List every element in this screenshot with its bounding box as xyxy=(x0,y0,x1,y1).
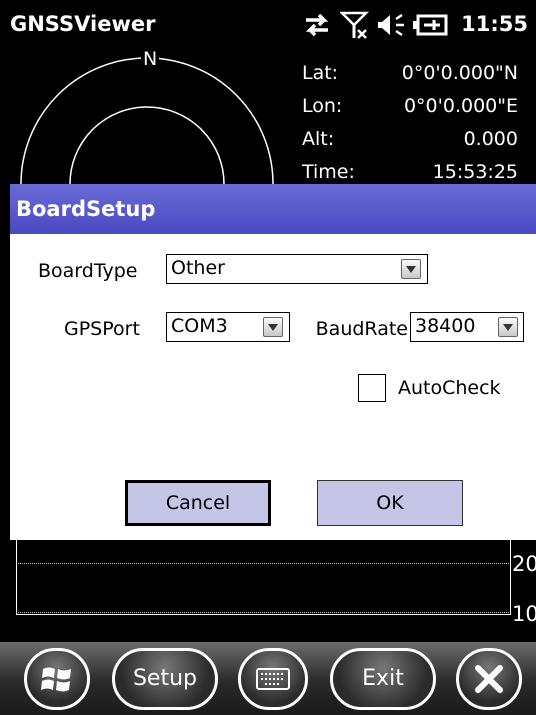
no-signal-icon xyxy=(338,10,370,40)
keyboard-button[interactable] xyxy=(238,648,308,710)
dialog-header: BoardSetup xyxy=(10,184,536,234)
setup-button[interactable]: Setup xyxy=(112,648,218,710)
dialog-title: BoardSetup xyxy=(16,197,156,221)
auto-check-label: AutoCheck xyxy=(398,377,501,399)
baud-rate-dropdown[interactable]: 38400 xyxy=(410,312,524,342)
sky-plot: N xyxy=(0,48,300,185)
auto-check-checkbox[interactable] xyxy=(358,374,386,402)
north-label: N xyxy=(141,48,160,70)
chevron-down-icon[interactable] xyxy=(498,317,518,337)
tick-label: 20 xyxy=(512,552,536,576)
tick-label: 10 xyxy=(512,602,536,626)
baud-rate-label: BaudRate xyxy=(315,318,408,340)
status-bar: GNSSViewer 11:55 xyxy=(0,0,536,52)
cancel-button[interactable]: Cancel xyxy=(125,480,271,526)
windows-logo-icon xyxy=(41,667,71,692)
gps-port-label: GPSPort xyxy=(64,318,140,340)
lon-label: Lon: xyxy=(302,95,343,117)
volume-icon xyxy=(376,10,406,40)
baud-rate-value: 38400 xyxy=(415,315,476,337)
board-type-value: Other xyxy=(171,257,225,279)
time-label: Time: xyxy=(302,161,355,183)
close-icon xyxy=(475,665,503,693)
close-button[interactable] xyxy=(456,648,522,710)
lon-value: 0°0'0.000"E xyxy=(403,95,518,117)
board-setup-dialog: BoardSetup BoardType Other GPSPort COM3 … xyxy=(10,184,536,540)
start-button[interactable] xyxy=(24,648,90,710)
gridline xyxy=(16,612,511,613)
board-type-dropdown[interactable]: Other xyxy=(166,254,428,284)
chart-right-axis xyxy=(510,540,511,614)
chevron-down-icon[interactable] xyxy=(401,259,421,279)
keyboard-icon xyxy=(256,668,290,690)
alt-label: Alt: xyxy=(302,128,335,150)
lat-value: 0°0'0.000"N xyxy=(401,62,518,84)
ok-button[interactable]: OK xyxy=(317,480,463,526)
exit-button[interactable]: Exit xyxy=(330,648,436,710)
gps-port-dropdown[interactable]: COM3 xyxy=(166,312,290,342)
gridline xyxy=(16,563,511,564)
board-type-label: BoardType xyxy=(38,260,138,282)
signal-chart: 20 10 xyxy=(0,540,536,642)
taskbar: Setup Exit xyxy=(0,642,536,715)
time-value: 15:53:25 xyxy=(432,161,518,183)
alt-value: 0.000 xyxy=(463,128,518,150)
chart-left-axis xyxy=(16,540,17,614)
battery-charging-icon xyxy=(412,10,450,40)
chart-bottom-axis xyxy=(16,614,511,615)
gps-port-value: COM3 xyxy=(171,315,228,337)
sync-arrows-icon xyxy=(302,10,332,40)
chevron-down-icon[interactable] xyxy=(263,317,283,337)
lat-label: Lat: xyxy=(302,62,339,84)
clock-time: 11:55 xyxy=(461,12,528,36)
app-title: GNSSViewer xyxy=(10,12,156,36)
